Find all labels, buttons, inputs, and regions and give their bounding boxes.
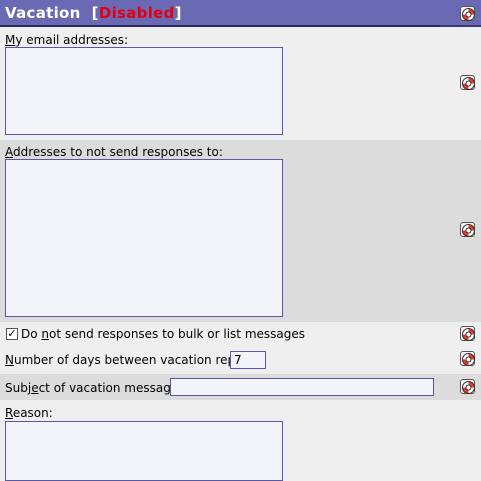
- bulk-messages-checkbox[interactable]: ✓: [6, 328, 18, 340]
- no-response-addresses-label: Addresses to not send responses to:: [5, 145, 223, 159]
- header-divider: [0, 25, 440, 27]
- status-badge: Disabled: [98, 4, 175, 22]
- vacation-header: Vacation [Disabled]: [0, 0, 481, 27]
- days-between-row: Number of days between vacation replies:: [0, 346, 481, 374]
- status-bracket-close: ]: [174, 4, 182, 22]
- title-text: Vacation: [5, 4, 81, 22]
- page-title: Vacation [Disabled]: [5, 4, 182, 22]
- no-response-addresses-textarea[interactable]: [5, 159, 283, 317]
- help-icon[interactable]: [460, 379, 475, 394]
- help-icon[interactable]: [460, 351, 475, 366]
- email-addresses-label: My email addresses:: [5, 33, 129, 47]
- help-icon[interactable]: [460, 326, 475, 341]
- reason-section: Reason:: [0, 400, 481, 481]
- subject-row: Subject of vacation message:: [0, 374, 481, 400]
- reason-label: Reason:: [5, 406, 53, 420]
- no-response-addresses-section: Addresses to not send responses to:: [0, 140, 481, 322]
- help-icon[interactable]: [460, 75, 475, 90]
- reason-textarea[interactable]: [5, 421, 283, 481]
- bulk-messages-label[interactable]: Do not send responses to bulk or list me…: [21, 327, 305, 341]
- days-between-input[interactable]: [230, 351, 266, 369]
- bulk-messages-row: ✓ Do not send responses to bulk or list …: [0, 322, 481, 346]
- days-between-label: Number of days between vacation replies:: [5, 353, 260, 367]
- help-icon[interactable]: [460, 6, 475, 21]
- email-addresses-section: My email addresses:: [0, 29, 481, 140]
- help-icon[interactable]: [460, 222, 475, 237]
- status-bracket-open: [: [91, 4, 99, 22]
- subject-label: Subject of vacation message:: [5, 381, 183, 395]
- email-addresses-textarea[interactable]: [5, 47, 283, 135]
- subject-input[interactable]: [170, 378, 434, 396]
